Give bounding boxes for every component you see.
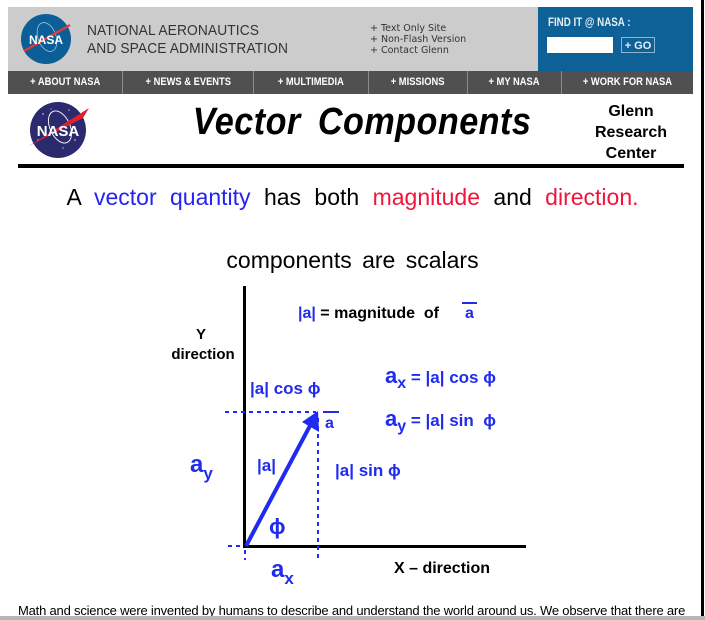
y-direction-label: Y bbox=[196, 326, 206, 343]
vector-a-symbol: a bbox=[465, 305, 474, 322]
bottom-scroll-edge bbox=[0, 616, 705, 620]
vector-label: a bbox=[325, 415, 334, 432]
y-direction-label: direction bbox=[171, 346, 234, 363]
vector-components-diagram: Y direction |a| = magnitude of a |a| cos… bbox=[171, 286, 526, 588]
ax-label: ax bbox=[271, 556, 294, 588]
magnitude-definition: |a| = magnitude of bbox=[298, 305, 440, 322]
x-direction-label: X – direction bbox=[394, 560, 490, 577]
cos-component-label: |a| cos ϕ bbox=[250, 379, 321, 398]
equation-ax: ax = |a| cos ϕ bbox=[385, 363, 496, 392]
equation-ay: ay = |a| sin ϕ bbox=[385, 406, 496, 435]
magnitude-label: |a| bbox=[257, 456, 276, 475]
ay-label: ay bbox=[190, 451, 213, 483]
sin-component-label: |a| sin ϕ bbox=[335, 461, 401, 480]
angle-phi-label: ϕ bbox=[269, 514, 286, 539]
